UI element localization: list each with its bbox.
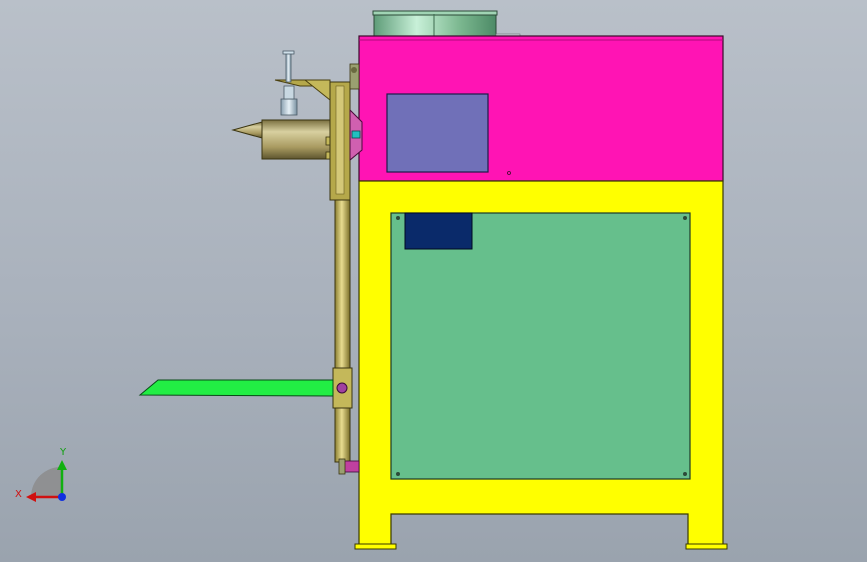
y-axis-label: Y	[59, 447, 67, 458]
discharge-nozzle	[231, 119, 334, 160]
label-plate	[404, 212, 473, 250]
machine-side-view: Y X	[15, 10, 728, 550]
top-drum	[372, 10, 521, 38]
display-window	[386, 93, 489, 173]
z-axis-icon	[58, 493, 66, 501]
support-arm	[329, 63, 363, 475]
access-panel	[390, 212, 691, 480]
green-chute	[138, 379, 334, 397]
top-bracket	[274, 50, 331, 116]
x-axis-label: X	[15, 489, 22, 500]
top-housing	[358, 35, 724, 182]
cad-viewport[interactable]: Y X	[0, 0, 867, 562]
axis-triad: Y X	[15, 447, 67, 502]
